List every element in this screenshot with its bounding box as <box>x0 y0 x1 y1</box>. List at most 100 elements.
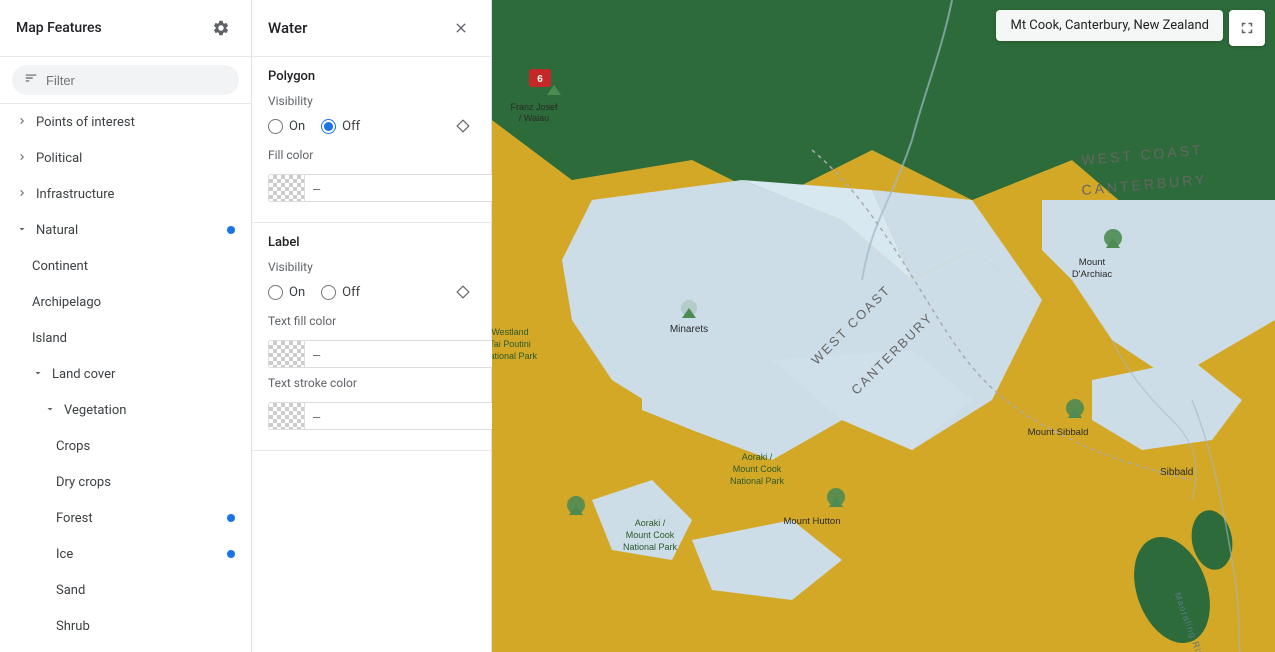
chevron-down-icon <box>32 367 46 381</box>
sidebar-item-ice[interactable]: Ice <box>0 536 251 572</box>
svg-text:Mount: Mount <box>1079 257 1106 268</box>
polygon-title: Polygon <box>268 69 475 84</box>
label-visibility-off-radio[interactable] <box>321 285 336 300</box>
sidebar-item-label: Infrastructure <box>36 187 235 202</box>
svg-text:Mount Sibbald: Mount Sibbald <box>1028 427 1089 438</box>
diamond-icon <box>456 119 470 133</box>
svg-text:Aoraki /: Aoraki / <box>635 518 666 528</box>
sidebar-item-label: Points of interest <box>36 115 235 130</box>
sidebar-item-land-cover[interactable]: Land cover <box>0 356 251 392</box>
chevron-down-icon <box>44 403 58 417</box>
chevron-down-icon <box>16 223 30 237</box>
on-label: On <box>289 119 305 134</box>
label-visibility-off-option[interactable]: Off <box>321 285 360 300</box>
map-canvas: WEST COAST CANTERBURY WEST COAST CANTERB… <box>492 0 1275 652</box>
modified-dot <box>227 226 235 234</box>
sidebar-item-label: Vegetation <box>64 403 235 418</box>
modified-dot <box>227 514 235 522</box>
middle-header: Water <box>252 0 491 57</box>
diamond-button[interactable] <box>451 114 475 138</box>
sidebar-item-tundra[interactable]: Tundra <box>0 644 251 652</box>
color-row <box>268 340 498 368</box>
filter-input-container[interactable] <box>12 65 239 95</box>
text-stroke-color-row <box>268 396 475 430</box>
visibility-off-radio[interactable] <box>321 119 336 134</box>
diamond-button[interactable] <box>451 280 475 304</box>
svg-text:/ Waiau: / Waiau <box>519 113 549 123</box>
sidebar-item-label: Ice <box>56 547 227 562</box>
svg-text:Minarets: Minarets <box>670 324 708 335</box>
svg-text:Mount Cook: Mount Cook <box>733 464 782 474</box>
text-stroke-color-label: Text stroke color <box>268 376 475 390</box>
fill-color-swatch[interactable] <box>268 174 304 202</box>
close-icon <box>453 20 469 36</box>
sidebar-item-label: Dry crops <box>56 475 235 490</box>
diamond-icon <box>456 285 470 299</box>
svg-text:Westland: Westland <box>492 327 529 337</box>
polygon-section: Polygon Visibility On Off Fill color <box>252 57 491 223</box>
location-bar: Mt Cook, Canterbury, New Zealand <box>996 10 1223 41</box>
sidebar-item-infrastructure[interactable]: Infrastructure <box>0 176 251 212</box>
text-fill-color-swatch[interactable] <box>268 340 304 368</box>
fullscreen-button[interactable] <box>1229 10 1265 46</box>
settings-button[interactable] <box>207 14 235 42</box>
label-visibility-on-radio[interactable] <box>268 285 283 300</box>
svg-text:6: 6 <box>537 74 543 85</box>
visibility-options: On Off <box>268 285 443 300</box>
close-button[interactable] <box>447 14 475 42</box>
svg-text:Tai Poutini: Tai Poutini <box>492 339 531 349</box>
sidebar-item-label: Sand <box>56 583 235 598</box>
label-visibility-label: Visibility <box>268 260 475 274</box>
filter-bar <box>0 57 251 104</box>
fullscreen-icon <box>1238 19 1256 37</box>
svg-text:D'Archiac: D'Archiac <box>1072 269 1113 280</box>
visibility-row: On Off <box>268 114 475 138</box>
sidebar-item-archipelago[interactable]: Archipelago <box>0 284 251 320</box>
visibility-on-option[interactable]: On <box>268 119 305 134</box>
sidebar-item-crops[interactable]: Crops <box>0 428 251 464</box>
visibility-on-radio[interactable] <box>268 119 283 134</box>
sidebar-item-continent[interactable]: Continent <box>0 248 251 284</box>
sidebar-item-points-of-interest[interactable]: Points of interest <box>0 104 251 140</box>
middle-panel-title: Water <box>268 19 307 37</box>
fill-color-input[interactable] <box>304 174 498 202</box>
label-visibility-on-option[interactable]: On <box>268 285 305 300</box>
middle-panel: Water Polygon Visibility On Off <box>252 0 492 652</box>
chevron-right-icon <box>16 151 30 165</box>
on-label: On <box>289 285 305 300</box>
filter-input[interactable] <box>46 73 227 88</box>
off-label: Off <box>342 285 360 300</box>
sidebar-item-dry-crops[interactable]: Dry crops <box>0 464 251 500</box>
sidebar-item-shrub[interactable]: Shrub <box>0 608 251 644</box>
text-fill-color-input[interactable] <box>304 340 498 368</box>
sidebar-item-label: Land cover <box>52 367 235 382</box>
nav-list: Points of interest Political Infrastruct… <box>0 104 251 652</box>
svg-text:Mount Hutton: Mount Hutton <box>783 516 840 527</box>
fill-color-row <box>268 168 475 202</box>
panel-title: Map Features <box>16 20 102 36</box>
text-stroke-color-input[interactable] <box>304 402 498 430</box>
svg-text:Aoraki /: Aoraki / <box>742 452 773 462</box>
sidebar-item-political[interactable]: Political <box>0 140 251 176</box>
sidebar-item-label: Forest <box>56 511 227 526</box>
sidebar-item-vegetation[interactable]: Vegetation <box>0 392 251 428</box>
sidebar-item-forest[interactable]: Forest <box>0 500 251 536</box>
chevron-right-icon <box>16 115 30 129</box>
map-area[interactable]: WEST COAST CANTERBURY WEST COAST CANTERB… <box>492 0 1275 652</box>
sidebar-item-label: Island <box>32 331 235 346</box>
off-label: Off <box>342 119 360 134</box>
visibility-off-option[interactable]: Off <box>321 119 360 134</box>
text-stroke-color-swatch[interactable] <box>268 402 304 430</box>
sidebar-item-sand[interactable]: Sand <box>0 572 251 608</box>
sidebar-item-label: Archipelago <box>32 295 235 310</box>
svg-text:Franz Josef: Franz Josef <box>510 102 558 112</box>
sidebar-item-natural[interactable]: Natural <box>0 212 251 248</box>
sidebar-item-label: Crops <box>56 439 235 454</box>
visibility-options: On Off <box>268 119 443 134</box>
gear-icon <box>212 19 230 37</box>
label-section: Label Visibility On Off Text fill color <box>252 223 491 451</box>
svg-text:National Park: National Park <box>492 351 538 361</box>
color-row <box>268 174 498 202</box>
sidebar-item-island[interactable]: Island <box>0 320 251 356</box>
fill-color-label: Fill color <box>268 148 475 162</box>
